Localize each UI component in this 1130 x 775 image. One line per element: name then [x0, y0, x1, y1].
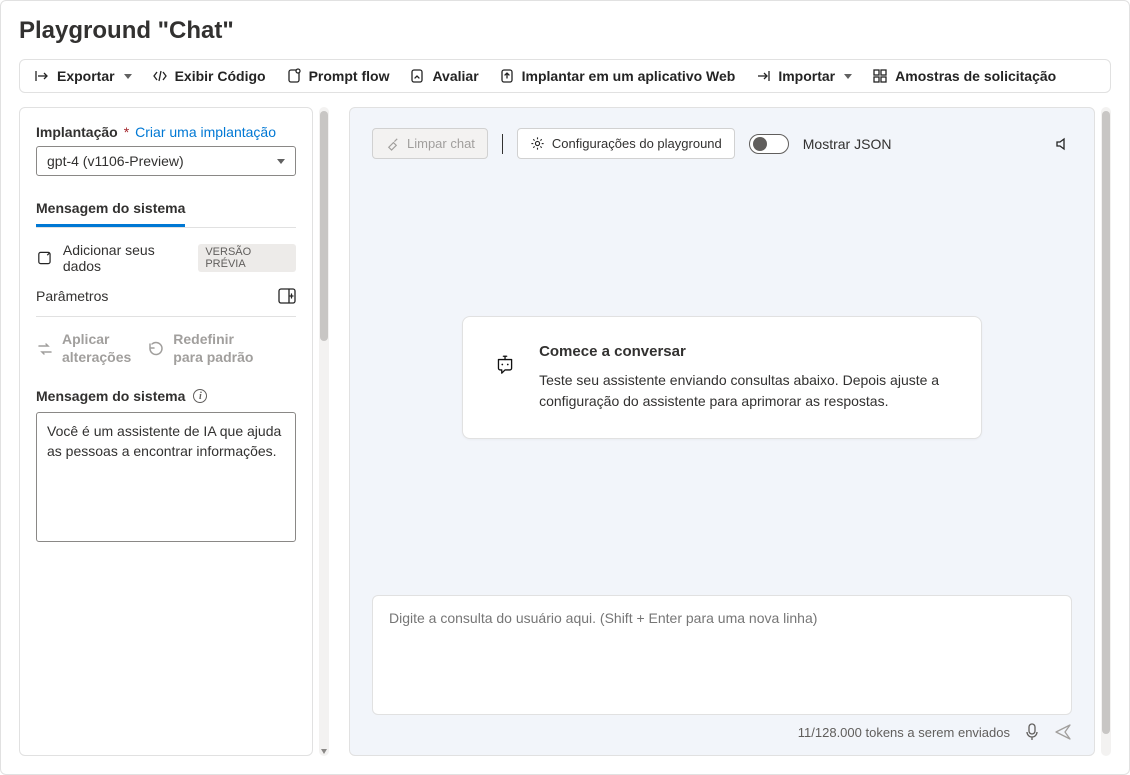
- parameters-label: Parâmetros: [36, 288, 108, 304]
- broom-icon: [385, 136, 400, 151]
- apply-changes-button: Aplicar alterações: [36, 331, 131, 366]
- prompt-flow-button[interactable]: Prompt flow: [286, 68, 390, 84]
- apply-line2: alterações: [62, 349, 131, 367]
- settings-label: Configurações do playground: [552, 136, 722, 151]
- parameters-row[interactable]: Parâmetros: [36, 288, 296, 304]
- required-indicator: *: [124, 124, 129, 140]
- add-data-label: Adicionar seus dados: [63, 242, 188, 274]
- export-icon: [34, 68, 50, 84]
- send-icon[interactable]: [1054, 723, 1072, 741]
- import-button[interactable]: Importar: [755, 68, 852, 84]
- vertical-divider: [502, 134, 503, 154]
- reset-line1: Redefinir: [173, 331, 253, 349]
- chevron-down-icon: [277, 159, 285, 164]
- prompt-flow-icon: [286, 68, 302, 84]
- clear-chat-button: Limpar chat: [372, 128, 488, 159]
- playground-settings-button[interactable]: Configurações do playground: [517, 128, 735, 159]
- export-button[interactable]: Exportar: [34, 68, 132, 84]
- left-scrollbar[interactable]: [319, 107, 329, 756]
- reset-icon: [147, 340, 165, 358]
- create-deployment-link[interactable]: Criar uma implantação: [135, 124, 276, 140]
- reset-default-button: Redefinir para padrão: [147, 331, 253, 366]
- welcome-body: Teste seu assistente enviando consultas …: [539, 370, 951, 412]
- apply-line1: Aplicar: [62, 331, 131, 349]
- microphone-icon[interactable]: [1024, 723, 1040, 741]
- speaker-button[interactable]: [1054, 135, 1072, 153]
- import-icon: [755, 68, 771, 84]
- deploy-web-button[interactable]: Implantar em um aplicativo Web: [499, 68, 736, 84]
- prompt-flow-label: Prompt flow: [309, 68, 390, 84]
- deploy-web-label: Implantar em um aplicativo Web: [522, 68, 736, 84]
- apply-icon: [36, 340, 54, 358]
- gear-icon: [530, 136, 545, 151]
- data-icon: [36, 249, 53, 267]
- show-code-button[interactable]: Exibir Código: [152, 68, 266, 84]
- main-toolbar: Exportar Exibir Código Prompt flow Avali…: [19, 59, 1111, 93]
- expand-panel-icon[interactable]: [278, 288, 296, 304]
- bot-icon: [493, 343, 517, 387]
- info-icon[interactable]: i: [193, 389, 207, 403]
- clear-chat-label: Limpar chat: [407, 136, 475, 151]
- samples-label: Amostras de solicitação: [895, 68, 1056, 84]
- chevron-down-icon: [844, 74, 852, 79]
- system-message-label: Mensagem do sistema: [36, 388, 185, 404]
- right-scrollbar[interactable]: [1101, 107, 1111, 756]
- deployment-select[interactable]: gpt-4 (v1106-Preview): [36, 146, 296, 176]
- welcome-title: Comece a conversar: [539, 343, 951, 360]
- show-json-label: Mostrar JSON: [803, 136, 892, 152]
- welcome-card: Comece a conversar Teste seu assistente …: [462, 316, 982, 439]
- chevron-down-icon: [124, 74, 132, 79]
- export-label: Exportar: [57, 68, 115, 84]
- system-message-textarea[interactable]: Você é um assistente de IA que ajuda as …: [36, 412, 296, 542]
- import-label: Importar: [778, 68, 835, 84]
- show-code-label: Exibir Código: [175, 68, 266, 84]
- user-input[interactable]: Digite a consulta do usuário aqui. (Shif…: [372, 595, 1072, 715]
- deployment-label: Implantação: [36, 124, 118, 140]
- samples-button[interactable]: Amostras de solicitação: [872, 68, 1056, 84]
- chat-panel: Limpar chat Configurações do playground …: [349, 107, 1095, 756]
- tab-system-message[interactable]: Mensagem do sistema: [36, 200, 185, 227]
- code-icon: [152, 68, 168, 84]
- show-json-toggle[interactable]: [749, 134, 789, 154]
- speaker-icon: [1054, 135, 1072, 153]
- token-counter: 11/128.000 tokens a serem enviados: [798, 725, 1010, 740]
- grid-icon: [872, 68, 888, 84]
- reset-line2: para padrão: [173, 349, 253, 367]
- add-your-data-row[interactable]: Adicionar seus dados VERSÃO PRÉVIA: [36, 242, 296, 274]
- evaluate-button[interactable]: Avaliar: [409, 68, 478, 84]
- evaluate-icon: [409, 68, 425, 84]
- page-title: Playground "Chat": [19, 17, 1111, 45]
- evaluate-label: Avaliar: [432, 68, 478, 84]
- preview-badge: VERSÃO PRÉVIA: [198, 244, 296, 272]
- deploy-icon: [499, 68, 515, 84]
- deployment-selected: gpt-4 (v1106-Preview): [47, 153, 184, 169]
- config-panel: Implantação * Criar uma implantação gpt-…: [19, 107, 313, 756]
